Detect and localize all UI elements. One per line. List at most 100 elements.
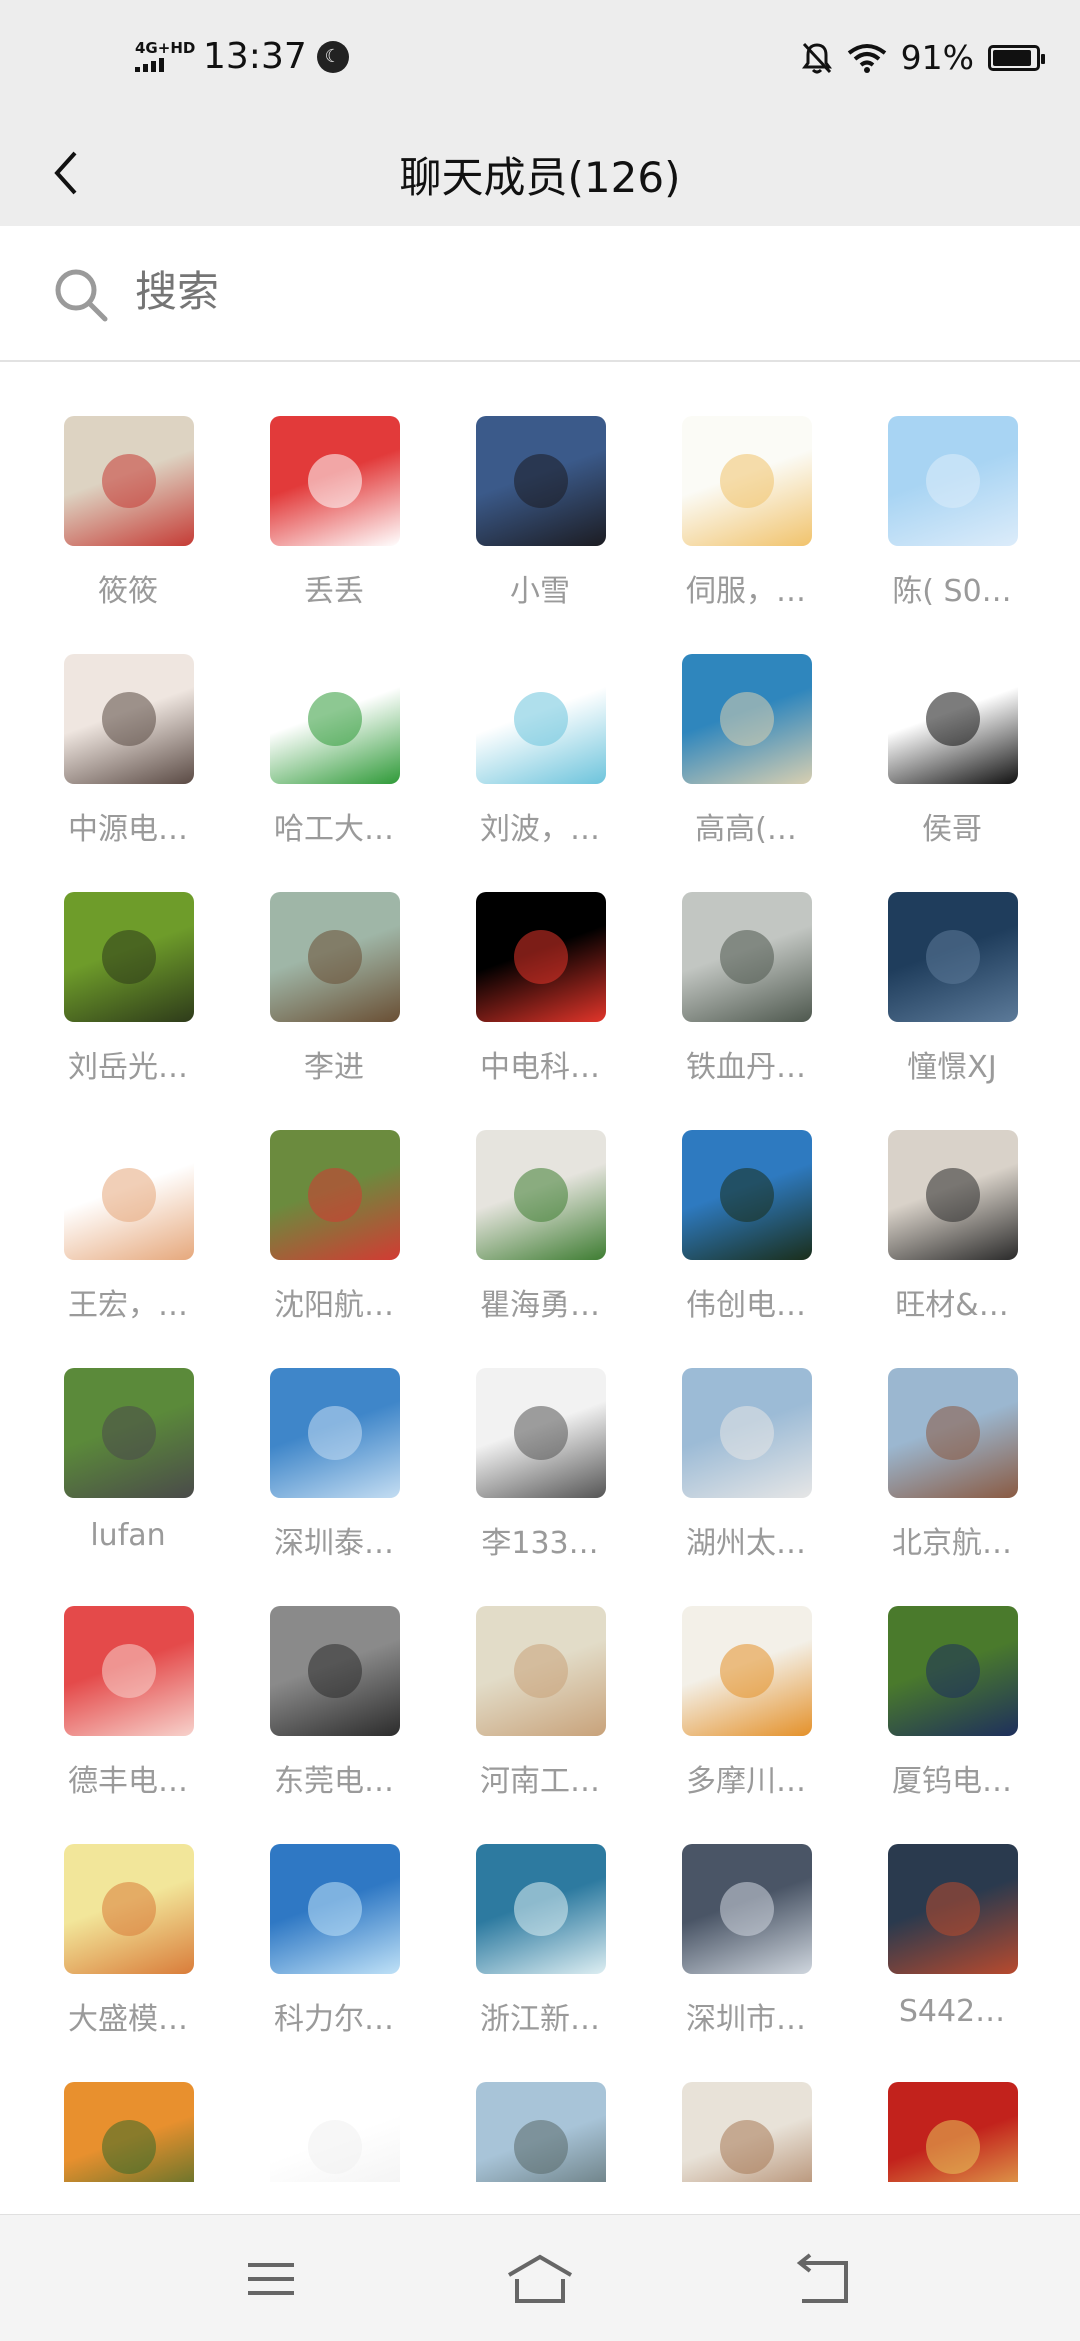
member-name: 铁血丹…	[686, 1050, 806, 1085]
member-item[interactable]: 李进	[244, 892, 424, 1112]
avatar-figure	[514, 1406, 568, 1460]
back-icon	[796, 2253, 848, 2303]
member-avatar	[270, 654, 400, 784]
member-avatar	[682, 416, 812, 546]
avatar-figure	[720, 2120, 774, 2174]
member-item[interactable]: 科力尔…	[244, 1844, 424, 2064]
avatar-figure	[102, 1406, 156, 1460]
member-name: 深圳市…	[686, 2002, 806, 2037]
member-name: 哈工大…	[274, 812, 394, 847]
member-item[interactable]	[862, 2082, 1042, 2182]
avatar-figure	[720, 1882, 774, 1936]
member-avatar	[888, 1844, 1018, 1974]
member-item[interactable]: S442…	[862, 1844, 1042, 2064]
member-item[interactable]: 中电科…	[450, 892, 630, 1112]
member-name: 小雪	[510, 574, 570, 609]
member-item[interactable]: 多摩川…	[656, 1606, 836, 1826]
avatar-figure	[514, 2120, 568, 2174]
member-avatar	[64, 1130, 194, 1260]
avatar-figure	[308, 1406, 362, 1460]
nav-menu-button[interactable]	[236, 2251, 306, 2307]
member-item[interactable]: 厦钨电…	[862, 1606, 1042, 1826]
member-item[interactable]: 湖州太…	[656, 1368, 836, 1588]
avatar-figure	[926, 1644, 980, 1698]
member-item[interactable]: 大盛模…	[38, 1844, 218, 2064]
member-item[interactable]: 丢丢	[244, 416, 424, 636]
member-item[interactable]: 瞿海勇…	[450, 1130, 630, 1350]
app-header: 聊天成员(126)	[0, 120, 1080, 226]
member-item[interactable]: 伺服，…	[656, 416, 836, 636]
member-name: 浙江新…	[480, 2002, 600, 2037]
status-right: 91%	[801, 38, 1045, 77]
avatar-figure	[720, 692, 774, 746]
member-item[interactable]: 陈( S0…	[862, 416, 1042, 636]
search-bar[interactable]	[0, 226, 1080, 362]
member-item[interactable]: 铁血丹…	[656, 892, 836, 1112]
member-item[interactable]: 河南工…	[450, 1606, 630, 1826]
member-name: 李133…	[481, 1526, 599, 1561]
member-avatar	[888, 1606, 1018, 1736]
member-name: 深圳泰…	[274, 1526, 394, 1561]
member-item[interactable]: 高高(…	[656, 654, 836, 874]
member-name: 厦钨电…	[892, 1764, 1012, 1799]
dnd-moon-icon: ☾	[316, 40, 349, 73]
member-item[interactable]: 浙江新…	[450, 1844, 630, 2064]
avatar-figure	[102, 1168, 156, 1222]
avatar-figure	[926, 930, 980, 984]
member-avatar	[682, 1368, 812, 1498]
avatar-figure	[102, 2120, 156, 2174]
member-item[interactable]: 刘波，…	[450, 654, 630, 874]
avatar-figure	[308, 1644, 362, 1698]
member-avatar	[888, 892, 1018, 1022]
member-grid: 筱筱 丢丢 小雪 伺服，… 陈( S0… 中源电… 哈工大… 刘波，… 高高(… 侯哥刘岳光… 李进…	[0, 362, 1080, 2182]
member-item[interactable]	[244, 2082, 424, 2182]
member-avatar	[270, 2082, 400, 2182]
avatar-figure	[514, 692, 568, 746]
member-item[interactable]: lufan	[38, 1368, 218, 1588]
nav-home-button[interactable]	[505, 2251, 575, 2307]
member-avatar	[64, 654, 194, 784]
avatar-figure	[720, 1168, 774, 1222]
member-item[interactable]: 李133…	[450, 1368, 630, 1588]
member-item[interactable]: 深圳市…	[656, 1844, 836, 2064]
member-item[interactable]	[450, 2082, 630, 2182]
member-item[interactable]: 北京航…	[862, 1368, 1042, 1588]
member-item[interactable]: 旺材&…	[862, 1130, 1042, 1350]
member-name: 高高(…	[695, 812, 797, 847]
member-item[interactable]: 东莞电…	[244, 1606, 424, 1826]
member-item[interactable]	[38, 2082, 218, 2182]
member-item[interactable]: 中源电…	[38, 654, 218, 874]
member-item[interactable]: 刘岳光…	[38, 892, 218, 1112]
member-name: lufan	[90, 1518, 166, 1553]
member-item[interactable]: 伟创电…	[656, 1130, 836, 1350]
member-item[interactable]: 深圳泰…	[244, 1368, 424, 1588]
member-avatar	[64, 1606, 194, 1736]
member-item[interactable]: 筱筱	[38, 416, 218, 636]
status-bar: 4G+HD 13:37 ☾ 91%	[0, 0, 1080, 120]
home-icon	[507, 2254, 573, 2303]
member-name: 筱筱	[98, 574, 158, 609]
member-item[interactable]: 沈阳航…	[244, 1130, 424, 1350]
avatar-figure	[514, 1882, 568, 1936]
member-avatar	[270, 1130, 400, 1260]
member-name: 东莞电…	[274, 1764, 394, 1799]
avatar-figure	[926, 1882, 980, 1936]
member-name: S442…	[898, 1994, 1006, 2029]
member-item[interactable]: 侯哥	[862, 654, 1042, 874]
member-avatar	[476, 892, 606, 1022]
member-avatar	[270, 892, 400, 1022]
member-name: 德丰电…	[68, 1764, 188, 1799]
member-item[interactable]: 德丰电…	[38, 1606, 218, 1826]
member-item[interactable]: 憧憬XJ	[862, 892, 1042, 1112]
member-name: 多摩川…	[686, 1764, 806, 1799]
member-item[interactable]: 哈工大…	[244, 654, 424, 874]
search-input[interactable]	[135, 256, 935, 326]
member-avatar	[888, 1130, 1018, 1260]
avatar-figure	[308, 692, 362, 746]
nav-back-button[interactable]	[788, 2251, 858, 2307]
member-item[interactable]	[656, 2082, 836, 2182]
member-name: 中电科…	[480, 1050, 600, 1085]
wifi-icon	[847, 43, 886, 73]
member-item[interactable]: 小雪	[450, 416, 630, 636]
member-item[interactable]: 王宏，…	[38, 1130, 218, 1350]
